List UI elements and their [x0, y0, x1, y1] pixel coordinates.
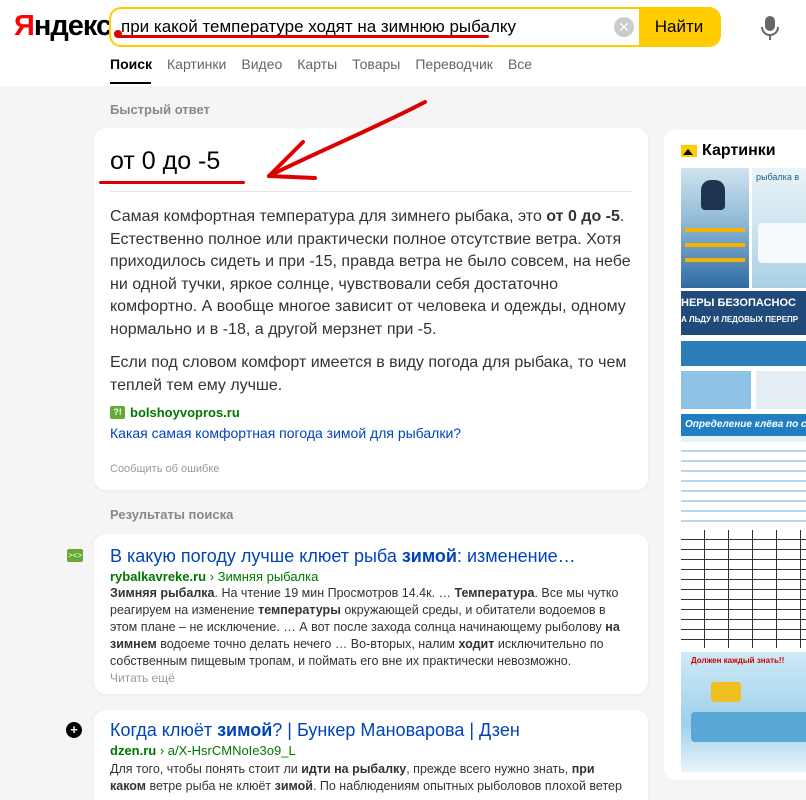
- snippet-text: . По наблюдениям опытных рыболовов плохо…: [312, 779, 622, 793]
- annotation-underline: [117, 35, 489, 38]
- text-fragment: Самая комфортная температура для зимнего…: [110, 208, 547, 225]
- yandex-logo[interactable]: Яндекс: [14, 10, 112, 43]
- source-domain[interactable]: bolshoyvopros.ru: [130, 405, 240, 420]
- text-fragment-bold: зимой: [217, 720, 273, 740]
- clear-icon[interactable]: ✕: [614, 17, 634, 37]
- thumbnail-table: [681, 442, 806, 532]
- source-favicon-icon: ?!: [110, 406, 125, 419]
- images-icon: [681, 145, 697, 157]
- snippet-bold: Зимняя рыбалка: [110, 586, 215, 600]
- search-button[interactable]: Найти: [639, 9, 719, 45]
- thumbnail-block: [681, 371, 751, 409]
- annotation-underline: [99, 181, 245, 184]
- snippet-text: водоеме точно делать нечего … Во-вторых,…: [156, 637, 459, 651]
- image-thumbnail[interactable]: [681, 530, 806, 648]
- image-thumbnail[interactable]: рыбалка в: [752, 168, 806, 288]
- tab-search[interactable]: Поиск: [110, 56, 152, 72]
- result-title-link[interactable]: В какую погоду лучше клюет рыба зимой: и…: [110, 546, 576, 567]
- thumbnail-caption: Определение клёва по с: [685, 419, 806, 430]
- snippet-bold: температуры: [258, 603, 341, 617]
- text-fragment: В какую погоду лучше клюет рыба: [110, 546, 402, 566]
- search-tabs: Поиск Картинки Видео Карты Товары Перево…: [110, 56, 532, 72]
- answer-paragraph: Самая комфортная температура для зимнего…: [110, 206, 635, 341]
- result-snippet: Для того, чтобы понять стоит ли идти на …: [110, 761, 630, 795]
- snippet-text: . На чтение 19 мин Просмотров 14.4к. …: [214, 586, 455, 600]
- snippet-bold: идти на рыбалку: [301, 762, 407, 776]
- thumbnail-block: [711, 682, 741, 702]
- thumbnail-caption: рыбалка в: [756, 172, 800, 182]
- text-fragment: . Естественно полное или практически пол…: [110, 208, 631, 338]
- result-title-link[interactable]: Когда клюёт зимой? | Бункер Мановарова |…: [110, 720, 520, 741]
- snippet-bold: Температура: [454, 586, 535, 600]
- text-fragment-bold: зимой: [401, 546, 457, 566]
- answer-paragraph-2: Если под словом комфорт имеется в виду п…: [110, 354, 627, 394]
- result-url[interactable]: rybalkavreke.ru › Зимняя рыбалка: [110, 569, 318, 584]
- image-thumbnail[interactable]: Должен каждый знать!!: [681, 652, 806, 772]
- thumbnail-caption: НЕРЫ БЕЗОПАСНОС: [681, 297, 796, 309]
- thumbnail-caption: Должен каждый знать!!: [691, 656, 785, 665]
- divider: [110, 191, 632, 192]
- result-breadcrumb[interactable]: › Зимняя рыбалка: [206, 569, 319, 584]
- thumbnail-caption: А ЛЬДУ И ЛЕДОВЫХ ПЕРЕПР: [681, 315, 799, 324]
- quick-answer-value: от 0 до -5: [110, 147, 221, 175]
- images-panel: Картинки рыбалка в НЕРЫ БЕЗОПАСНОС А ЛЬД…: [664, 130, 806, 780]
- text-fragment-bold: от 0 до -5: [546, 208, 620, 225]
- stripe: [685, 228, 745, 232]
- active-tab-underline: [110, 82, 151, 84]
- result-breadcrumb[interactable]: › a/X-HsrCMNoIe3o9_L: [156, 743, 296, 758]
- search-box[interactable]: при какой температуре ходят на зимнюю ры…: [109, 7, 721, 47]
- result-domain[interactable]: dzen.ru: [110, 743, 156, 758]
- stripe: [685, 258, 745, 262]
- microphone-icon[interactable]: [760, 15, 780, 41]
- images-panel-title[interactable]: Картинки: [681, 142, 776, 160]
- result-domain[interactable]: rybalkavreke.ru: [110, 569, 206, 584]
- fish-favicon-icon: ><>: [67, 549, 83, 562]
- stripe: [685, 243, 745, 247]
- thumbnail-grid: [681, 530, 806, 648]
- tab-translator[interactable]: Переводчик: [415, 56, 493, 72]
- snippet-bold: зимой: [274, 779, 313, 793]
- result-snippet: Зимняя рыбалка. На чтение 19 мин Просмот…: [110, 585, 630, 670]
- report-error-link[interactable]: Сообщить об ошибке: [110, 463, 219, 475]
- thumbnail-panel: [758, 223, 806, 263]
- thumbnail-block: [691, 712, 806, 742]
- tab-all[interactable]: Все: [508, 56, 532, 72]
- result-url[interactable]: dzen.ru › a/X-HsrCMNoIe3o9_L: [110, 743, 296, 758]
- images-panel-title-text: Картинки: [702, 142, 776, 159]
- source-link[interactable]: Какая самая комфортная погода зимой для …: [110, 425, 461, 441]
- text-fragment: : изменение…: [457, 546, 576, 566]
- tab-images[interactable]: Картинки: [167, 56, 226, 72]
- annotation-arrow: [267, 100, 427, 180]
- text-fragment: Когда клюёт: [110, 720, 218, 740]
- read-more-link[interactable]: Читать ещё: [110, 671, 175, 685]
- snippet-text: Для того, чтобы понять стоит ли: [110, 762, 302, 776]
- results-label: Результаты поиска: [110, 507, 234, 522]
- snippet-bold: ходит: [458, 637, 495, 651]
- search-input[interactable]: при какой температуре ходят на зимнюю ры…: [121, 9, 516, 45]
- snippet-text: , прежде всего нужно знать,: [406, 762, 572, 776]
- image-thumbnail[interactable]: [681, 168, 749, 288]
- dzen-favicon-icon: +: [66, 722, 82, 738]
- thumbnail-block: [756, 371, 806, 409]
- tab-maps[interactable]: Карты: [297, 56, 337, 72]
- snippet-text: ветре рыба не клюёт: [146, 779, 275, 793]
- tab-products[interactable]: Товары: [352, 56, 400, 72]
- thumbnail-band: [681, 341, 806, 366]
- fisherman-figure: [701, 180, 725, 210]
- header: Яндекс при какой температуре ходят на зи…: [0, 0, 806, 86]
- text-fragment: ? | Бункер Мановарова | Дзен: [272, 720, 520, 740]
- tab-video[interactable]: Видео: [241, 56, 282, 72]
- image-thumbnail[interactable]: НЕРЫ БЕЗОПАСНОС А ЛЬДУ И ЛЕДОВЫХ ПЕРЕПР: [681, 291, 806, 411]
- answer-source[interactable]: ?! bolshoyvopros.ru: [110, 405, 240, 420]
- quick-answer-label: Быстрый ответ: [110, 102, 210, 117]
